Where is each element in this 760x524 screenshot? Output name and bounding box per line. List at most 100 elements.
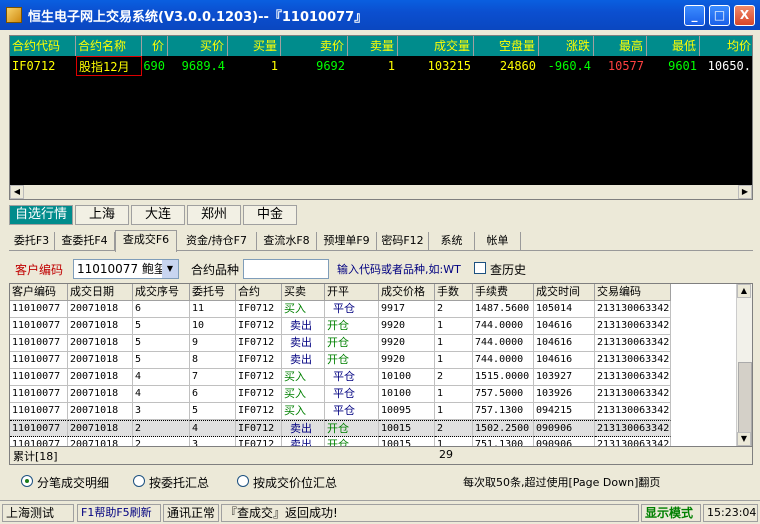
quote-col-volume[interactable]: 成交量 <box>398 36 474 56</box>
tab-zhengzhou[interactable]: 郑州 <box>187 205 241 225</box>
tab-system[interactable]: 系统 <box>429 232 475 251</box>
col-exchange-code[interactable]: 交易编码 <box>595 284 671 301</box>
quote-col-code[interactable]: 合约代码 <box>10 36 76 56</box>
status-mode[interactable]: 显示模式 <box>641 504 701 522</box>
quote-col-ask-vol[interactable]: 卖量 <box>348 36 398 56</box>
quote-volume: 103215 <box>427 59 471 73</box>
cell-trade-date: 20071018 <box>68 352 133 369</box>
radio-by-order-label[interactable]: 按委托汇总 <box>149 474 209 491</box>
tab-query-orders[interactable]: 查委托F4 <box>55 232 115 251</box>
col-fee[interactable]: 手续费 <box>473 284 534 301</box>
tab-funds-positions[interactable]: 资金/持仓F7 <box>177 232 257 251</box>
status-message: 『查成交』返回成功! <box>221 504 639 522</box>
client-code-select[interactable]: 11010077 鲍玺 ▼ <box>73 259 179 279</box>
cell-trade-date: 20071018 <box>68 420 133 437</box>
cell-trade-seq: 2 <box>133 420 190 437</box>
quote-col-open-interest[interactable]: 空盘量 <box>474 36 539 56</box>
cell-trade-date: 20071018 <box>68 403 133 420</box>
cell-client-code: 11010077 <box>10 301 68 318</box>
cell-order-no: 9 <box>190 335 236 352</box>
tab-watchlist[interactable]: 自选行情 <box>9 205 73 225</box>
quote-col-bid-vol[interactable]: 买量 <box>228 36 281 56</box>
cell-trade-date: 20071018 <box>68 301 133 318</box>
radio-by-price[interactable] <box>237 475 249 487</box>
quote-col-ask[interactable]: 卖价 <box>281 36 348 56</box>
close-button[interactable]: X <box>734 5 755 26</box>
cell-trade-date: 20071018 <box>68 318 133 335</box>
tab-statement[interactable]: 帐单 <box>475 232 521 251</box>
radio-by-order[interactable] <box>133 475 145 487</box>
radio-detail-label[interactable]: 分笔成交明细 <box>37 474 109 491</box>
cell-side: 卖出 <box>282 352 325 369</box>
cell-contract: IF0712 <box>236 301 282 318</box>
col-qty[interactable]: 手数 <box>435 284 473 301</box>
maximize-button[interactable]: □ <box>709 5 730 26</box>
minimize-button[interactable]: _ <box>684 5 705 26</box>
cell-side: 买入 <box>282 403 325 420</box>
quote-grid[interactable]: 合约代码 合约名称 价 买价 买量 卖价 卖量 成交量 空盘量 涨跌 最高 最低… <box>9 35 753 200</box>
col-open-close[interactable]: 开平 <box>325 284 379 301</box>
col-trade-time[interactable]: 成交时间 <box>534 284 595 301</box>
tab-preset-orders[interactable]: 预埋单F9 <box>317 232 377 251</box>
col-price[interactable]: 成交价格 <box>379 284 435 301</box>
cell-client-code: 11010077 <box>10 386 68 403</box>
quote-col-low[interactable]: 最低 <box>647 36 700 56</box>
tab-query-trades[interactable]: 查成交F6 <box>115 230 177 252</box>
cell-client-code: 11010077 <box>10 352 68 369</box>
quote-row[interactable]: IF0712 股指12月 690 9689.4 1 9692 1 103215 … <box>10 56 752 76</box>
quote-high: 10577 <box>607 59 644 73</box>
history-checkbox[interactable] <box>474 262 486 274</box>
col-client-code[interactable]: 客户编码 <box>10 284 68 301</box>
tab-dalian[interactable]: 大连 <box>131 205 185 225</box>
col-side[interactable]: 买卖 <box>282 284 325 301</box>
cell-fee: 744.0000 <box>473 335 534 352</box>
chevron-down-icon[interactable]: ▼ <box>162 260 178 278</box>
title-bar[interactable]: 恒生电子网上交易系统(V3.0.0.1203)--『11010077』 _ □ … <box>0 0 760 30</box>
scroll-right-icon[interactable]: ▶ <box>738 185 752 199</box>
quote-col-name[interactable]: 合约名称 <box>76 36 142 56</box>
quote-col-high[interactable]: 最高 <box>594 36 647 56</box>
col-trade-date[interactable]: 成交日期 <box>68 284 133 301</box>
scroll-up-icon[interactable]: ▲ <box>737 284 751 298</box>
cell-qty: 2 <box>435 420 473 437</box>
tab-shanghai[interactable]: 上海 <box>75 205 129 225</box>
cell-trade-date: 20071018 <box>68 437 133 446</box>
cell-client-code: 11010077 <box>10 318 68 335</box>
cell-contract: IF0712 <box>236 386 282 403</box>
radio-by-price-label[interactable]: 按成交价位汇总 <box>253 474 337 491</box>
cell-fee: 1502.2500 <box>473 420 534 437</box>
quote-col-change[interactable]: 涨跌 <box>539 36 594 56</box>
cell-side: 卖出 <box>282 318 325 335</box>
radio-detail[interactable] <box>21 475 33 487</box>
col-trade-seq[interactable]: 成交序号 <box>133 284 190 301</box>
quote-hscrollbar[interactable]: ◀ ▶ <box>10 185 752 199</box>
tab-cffex[interactable]: 中金 <box>243 205 297 225</box>
tab-password[interactable]: 密码F12 <box>377 232 429 251</box>
scroll-left-icon[interactable]: ◀ <box>10 185 24 199</box>
cell-qty: 1 <box>435 403 473 420</box>
col-contract[interactable]: 合约 <box>236 284 282 301</box>
tab-order[interactable]: 委托F3 <box>9 232 55 251</box>
contract-input[interactable] <box>243 259 329 279</box>
cell-trade-seq: 5 <box>133 335 190 352</box>
cell-open-close: 平仓 <box>325 403 379 420</box>
cell-order-no: 3 <box>190 437 236 446</box>
cell-side: 买入 <box>282 386 325 403</box>
cell-price: 9917 <box>379 301 435 318</box>
tab-query-journal[interactable]: 查流水F8 <box>257 232 317 251</box>
quote-col-bid[interactable]: 买价 <box>168 36 228 56</box>
cell-trade-time: 104616 <box>534 335 595 352</box>
trade-table[interactable]: 客户编码 成交日期 成交序号 委托号 合约 买卖 开平 成交价格 手数 手续费 … <box>9 283 753 447</box>
cell-client-code: 11010077 <box>10 420 68 437</box>
cell-trade-seq: 6 <box>133 301 190 318</box>
cell-client-code: 11010077 <box>10 403 68 420</box>
quote-col-price[interactable]: 价 <box>142 36 168 56</box>
cell-contract: IF0712 <box>236 403 282 420</box>
scroll-down-icon[interactable]: ▼ <box>737 432 751 446</box>
cell-trade-time: 103927 <box>534 369 595 386</box>
quote-col-avg[interactable]: 均价 <box>700 36 752 56</box>
trade-vscrollbar[interactable]: ▲ ▼ <box>736 284 752 446</box>
col-order-no[interactable]: 委托号 <box>190 284 236 301</box>
cell-exchange-code: 213130063342 <box>595 420 671 437</box>
cell-price: 9920 <box>379 335 435 352</box>
